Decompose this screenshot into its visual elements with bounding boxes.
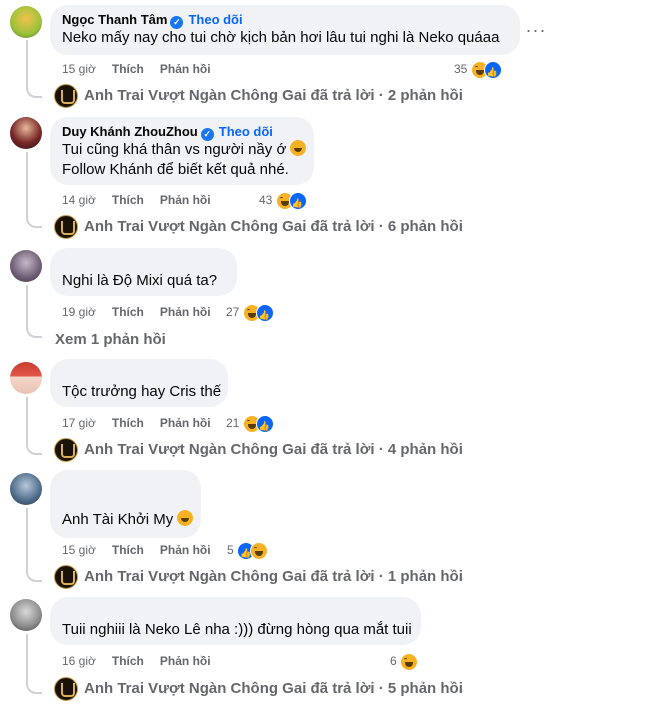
like-reaction-icon: [483, 60, 502, 81]
reply-button[interactable]: Phản hồi: [160, 654, 211, 668]
haha-reaction-icon: [250, 541, 269, 560]
author-name[interactable]: Duy Khánh ZhouZhou: [62, 124, 198, 139]
thread-line: [26, 508, 28, 568]
author-name[interactable]: Ngọc Thanh Tâm: [62, 12, 167, 27]
comment-text: Tuii nghiii là Neko Lê nha :))) đừng hòn…: [62, 621, 412, 638]
haha-reaction-icon: [400, 652, 419, 671]
comment-text: Neko mấy nay cho tui chờ kịch bản hơi lâ…: [62, 29, 500, 46]
reaction-summary[interactable]: 35: [454, 60, 502, 81]
comment-text: Anh Tài Khởi My: [62, 511, 174, 528]
reply-summary: Anh Trai Vượt Ngàn Chông Gai đã trả lời …: [84, 441, 463, 458]
thread-curve: [26, 80, 42, 98]
reaction-summary[interactable]: 6: [390, 652, 419, 671]
avatar[interactable]: [10, 362, 42, 394]
smile-emoji-icon: [290, 140, 307, 156]
thread-curve: [26, 210, 42, 228]
like-button[interactable]: Thích: [112, 62, 144, 76]
timestamp[interactable]: 17 giờ: [62, 416, 96, 430]
reply-summary: Anh Trai Vượt Ngàn Chông Gai đã trả lời …: [84, 568, 463, 585]
comment-text: Tui cũng khá thân vs người nầy ớ: [62, 141, 287, 158]
reply-button[interactable]: Phản hồi: [160, 416, 211, 430]
follow-button[interactable]: Theo dõi: [188, 12, 242, 27]
page-logo-icon: [54, 565, 78, 589]
reply-button[interactable]: Phản hồi: [160, 543, 211, 557]
view-replies-link[interactable]: Xem 1 phản hồi: [55, 331, 166, 348]
avatar[interactable]: [10, 6, 42, 38]
comment-text: Nghi là Độ Mixi quá ta?: [62, 272, 218, 289]
reply-summary: Anh Trai Vượt Ngàn Chông Gai đã trả lời …: [84, 680, 463, 697]
thread-line: [26, 634, 28, 679]
reply-summary: Anh Trai Vượt Ngàn Chông Gai đã trả lời …: [84, 218, 463, 235]
thread-curve: [26, 437, 42, 455]
reaction-summary[interactable]: 27: [226, 303, 274, 324]
follow-button[interactable]: Theo dõi: [219, 124, 273, 139]
reply-button[interactable]: Phản hồi: [160, 62, 211, 76]
avatar[interactable]: [10, 473, 42, 505]
avatar[interactable]: [10, 117, 42, 149]
like-button[interactable]: Thích: [112, 543, 144, 557]
grin-emoji-icon: [177, 510, 194, 526]
comment-text: Tộc trưởng hay Cris thế: [62, 383, 222, 400]
timestamp[interactable]: 16 giờ: [62, 654, 96, 668]
comment-text-line-1: Anh Tài Khởi My: [62, 510, 194, 530]
page-logo-icon: [54, 438, 78, 462]
page-logo-icon: [54, 84, 78, 108]
avatar[interactable]: [10, 250, 42, 282]
more-options-icon[interactable]: ···: [520, 16, 552, 48]
reply-summary: Anh Trai Vượt Ngàn Chông Gai đã trả lời …: [84, 87, 463, 104]
comment-text-line-1: Tui cũng khá thân vs người nầy ớ: [62, 140, 307, 160]
like-button[interactable]: Thích: [112, 654, 144, 668]
reaction-count: 21: [226, 416, 240, 430]
reaction-summary[interactable]: 21: [226, 414, 274, 435]
timestamp[interactable]: 15 giờ: [62, 543, 96, 557]
reaction-count: 35: [454, 62, 468, 76]
comment-text-line-2: Follow Khánh để biết kết quả nhé.: [62, 161, 289, 178]
timestamp[interactable]: 19 giờ: [62, 305, 96, 319]
reply-button[interactable]: Phản hồi: [160, 193, 211, 207]
timestamp[interactable]: 14 giờ: [62, 193, 96, 207]
reaction-summary[interactable]: 43: [259, 191, 307, 212]
reaction-count: 6: [390, 654, 397, 668]
thread-line: [26, 397, 28, 441]
page-logo-icon: [54, 677, 78, 701]
thread-line: [26, 285, 28, 323]
like-button[interactable]: Thích: [112, 193, 144, 207]
thread-curve: [26, 320, 42, 338]
thread-line: [26, 40, 28, 82]
reaction-count: 43: [259, 193, 273, 207]
reply-button[interactable]: Phản hồi: [160, 305, 211, 319]
reaction-count: 27: [226, 305, 240, 319]
page-logo-icon: [54, 215, 78, 239]
like-button[interactable]: Thích: [112, 305, 144, 319]
like-reaction-icon: [255, 414, 274, 435]
thread-curve: [26, 564, 42, 582]
reaction-summary[interactable]: 5: [227, 541, 269, 562]
reaction-count: 5: [227, 543, 234, 557]
like-button[interactable]: Thích: [112, 416, 144, 430]
thread-line: [26, 152, 28, 212]
like-reaction-icon: [288, 191, 307, 212]
like-reaction-icon: [255, 303, 274, 324]
thread-curve: [26, 676, 42, 694]
timestamp[interactable]: 15 giờ: [62, 62, 96, 76]
avatar[interactable]: [10, 599, 42, 631]
